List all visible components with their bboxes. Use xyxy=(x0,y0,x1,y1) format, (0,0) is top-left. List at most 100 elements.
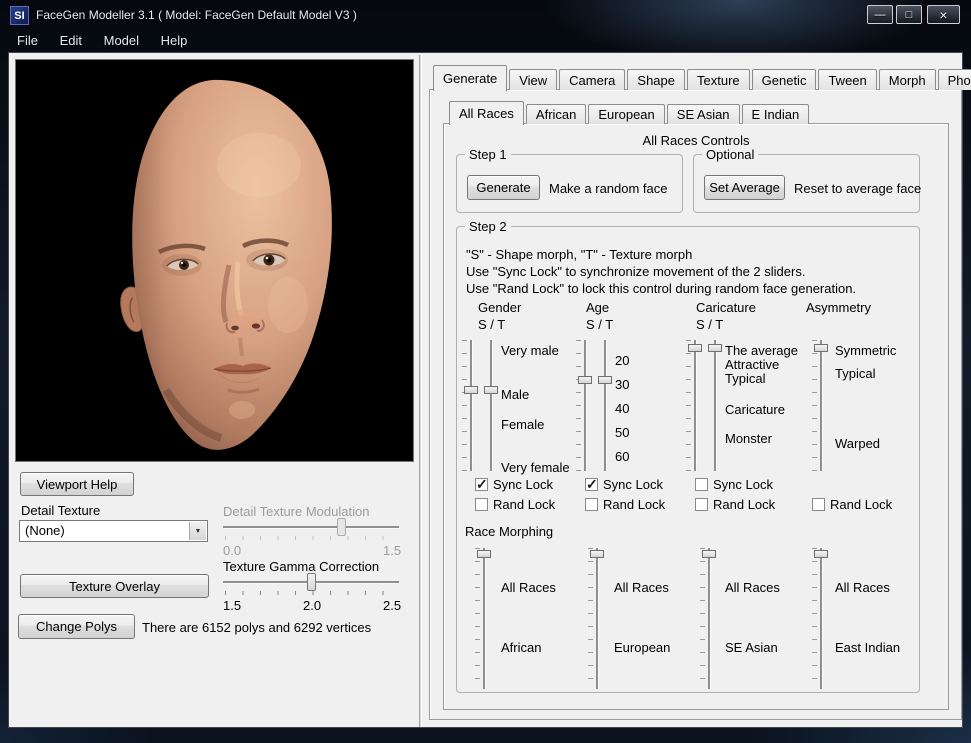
race-tab-african[interactable]: African xyxy=(526,104,586,124)
gamma-slider-handle[interactable] xyxy=(307,573,316,591)
slider-label: Warped xyxy=(835,436,880,451)
slider-label: 30 xyxy=(615,377,629,392)
menu-help[interactable]: Help xyxy=(152,30,197,51)
minimize-button[interactable]: — xyxy=(867,5,893,24)
menu-file[interactable]: File xyxy=(8,30,47,51)
race-slider-european[interactable] xyxy=(596,548,599,689)
gender-s-slider[interactable] xyxy=(470,340,473,471)
app-icon: SI xyxy=(10,6,29,25)
slider-label: Attractive xyxy=(725,357,779,372)
gender-rand-checkbox[interactable] xyxy=(475,498,488,511)
age-rand-checkbox[interactable] xyxy=(585,498,598,511)
modulation-min-label: 0.0 xyxy=(223,543,241,558)
modulation-slider-track[interactable] xyxy=(223,526,399,529)
instruction-line: Use "Sync Lock" to synchronize movement … xyxy=(466,264,805,279)
race-slider-african[interactable] xyxy=(483,548,486,689)
slider-ticks xyxy=(812,548,817,689)
gamma-slider-ticks xyxy=(225,591,398,595)
race-tab-european[interactable]: European xyxy=(588,104,664,124)
slider-label: 60 xyxy=(615,449,629,464)
modulation-label: Detail Texture Modulation xyxy=(223,504,369,519)
race-slider-se-asian-handle[interactable] xyxy=(702,550,716,558)
set-average-button[interactable]: Set Average xyxy=(704,175,785,200)
rand-lock-label: Rand Lock xyxy=(493,497,555,512)
slider-label: All Races xyxy=(501,580,556,595)
tab-texture[interactable]: Texture xyxy=(687,69,750,90)
race-slider-east-indian[interactable] xyxy=(820,548,823,689)
caricature-rand-checkbox[interactable] xyxy=(695,498,708,511)
slider-ticks xyxy=(588,548,593,689)
gender-t-handle[interactable] xyxy=(484,386,498,394)
slider-label: SE Asian xyxy=(725,640,778,655)
slider-label: 20 xyxy=(615,353,629,368)
caricature-s-handle[interactable] xyxy=(688,344,702,352)
maximize-button[interactable]: □ xyxy=(896,5,922,24)
race-slider-se-asian[interactable] xyxy=(708,548,711,689)
main-tab-bar: Generate View Camera Shape Texture Genet… xyxy=(433,64,971,90)
race-slider-east-indian-handle[interactable] xyxy=(814,550,828,558)
head-3d-render xyxy=(16,60,413,461)
gamma-mid-label: 2.0 xyxy=(303,598,321,613)
race-tab-all-races[interactable]: All Races xyxy=(449,101,524,125)
tab-genetic[interactable]: Genetic xyxy=(752,69,817,90)
caricature-s-slider[interactable] xyxy=(694,340,697,471)
age-s-slider[interactable] xyxy=(584,340,587,471)
close-button[interactable]: × xyxy=(927,5,960,24)
age-t-handle[interactable] xyxy=(598,376,612,384)
slider-ticks xyxy=(686,340,691,471)
modulation-slider-handle[interactable] xyxy=(337,518,346,536)
slider-ticks xyxy=(475,548,480,689)
detail-texture-dropdown[interactable]: (None) xyxy=(19,520,208,542)
tab-generate[interactable]: Generate xyxy=(433,65,507,91)
gender-s-handle[interactable] xyxy=(464,386,478,394)
page-title: All Races Controls xyxy=(443,133,949,148)
generate-button[interactable]: Generate xyxy=(467,175,540,200)
rand-lock-label: Rand Lock xyxy=(830,497,892,512)
gender-sync-checkbox[interactable] xyxy=(475,478,488,491)
sync-lock-label: Sync Lock xyxy=(603,477,663,492)
tab-photofit[interactable]: PhotoFit xyxy=(938,69,971,90)
modulation-slider-ticks xyxy=(225,536,398,540)
age-sync-checkbox[interactable] xyxy=(585,478,598,491)
slider-label: Very male xyxy=(501,343,559,358)
panel-splitter[interactable] xyxy=(419,55,422,727)
tab-morph[interactable]: Morph xyxy=(879,69,936,90)
tab-tween[interactable]: Tween xyxy=(818,69,876,90)
tab-camera[interactable]: Camera xyxy=(559,69,625,90)
texture-overlay-button[interactable]: Texture Overlay xyxy=(20,574,209,598)
slider-ticks xyxy=(576,340,581,471)
asymmetry-rand-checkbox[interactable] xyxy=(812,498,825,511)
caricature-sync-checkbox[interactable] xyxy=(695,478,708,491)
modulation-max-label: 1.5 xyxy=(383,543,401,558)
generate-caption: Make a random face xyxy=(549,181,668,196)
gender-t-slider[interactable] xyxy=(490,340,493,471)
asymmetry-handle[interactable] xyxy=(814,344,828,352)
race-tab-se-asian[interactable]: SE Asian xyxy=(667,104,740,124)
gender-title: Gender xyxy=(478,300,521,315)
viewport-help-button[interactable]: Viewport Help xyxy=(20,472,134,496)
step2-title: Step 2 xyxy=(465,219,511,234)
race-slider-european-handle[interactable] xyxy=(590,550,604,558)
age-s-handle[interactable] xyxy=(578,376,592,384)
age-t-slider[interactable] xyxy=(604,340,607,471)
tab-shape[interactable]: Shape xyxy=(627,69,685,90)
race-tab-e-indian[interactable]: E Indian xyxy=(742,104,810,124)
race-morphing-title: Race Morphing xyxy=(465,524,553,539)
slider-label: European xyxy=(614,640,670,655)
race-slider-african-handle[interactable] xyxy=(477,550,491,558)
title-bar[interactable]: SI FaceGen Modeller 3.1 ( Model: FaceGen… xyxy=(0,0,971,30)
asymmetry-slider[interactable] xyxy=(820,340,823,471)
tab-view[interactable]: View xyxy=(509,69,557,90)
sync-lock-label: Sync Lock xyxy=(493,477,553,492)
caricature-t-slider[interactable] xyxy=(714,340,717,471)
change-polys-button[interactable]: Change Polys xyxy=(18,614,135,639)
detail-texture-value: (None) xyxy=(25,523,65,538)
menu-edit[interactable]: Edit xyxy=(51,30,91,51)
slider-label: 40 xyxy=(615,401,629,416)
step2-groupbox: Step 2 "S" - Shape morph, "T" - Texture … xyxy=(456,226,920,693)
menu-model[interactable]: Model xyxy=(95,30,148,51)
3d-viewport[interactable] xyxy=(15,59,414,462)
caricature-t-handle[interactable] xyxy=(708,344,722,352)
dropdown-arrow-icon[interactable] xyxy=(189,522,206,540)
gamma-slider-track[interactable] xyxy=(223,581,399,584)
